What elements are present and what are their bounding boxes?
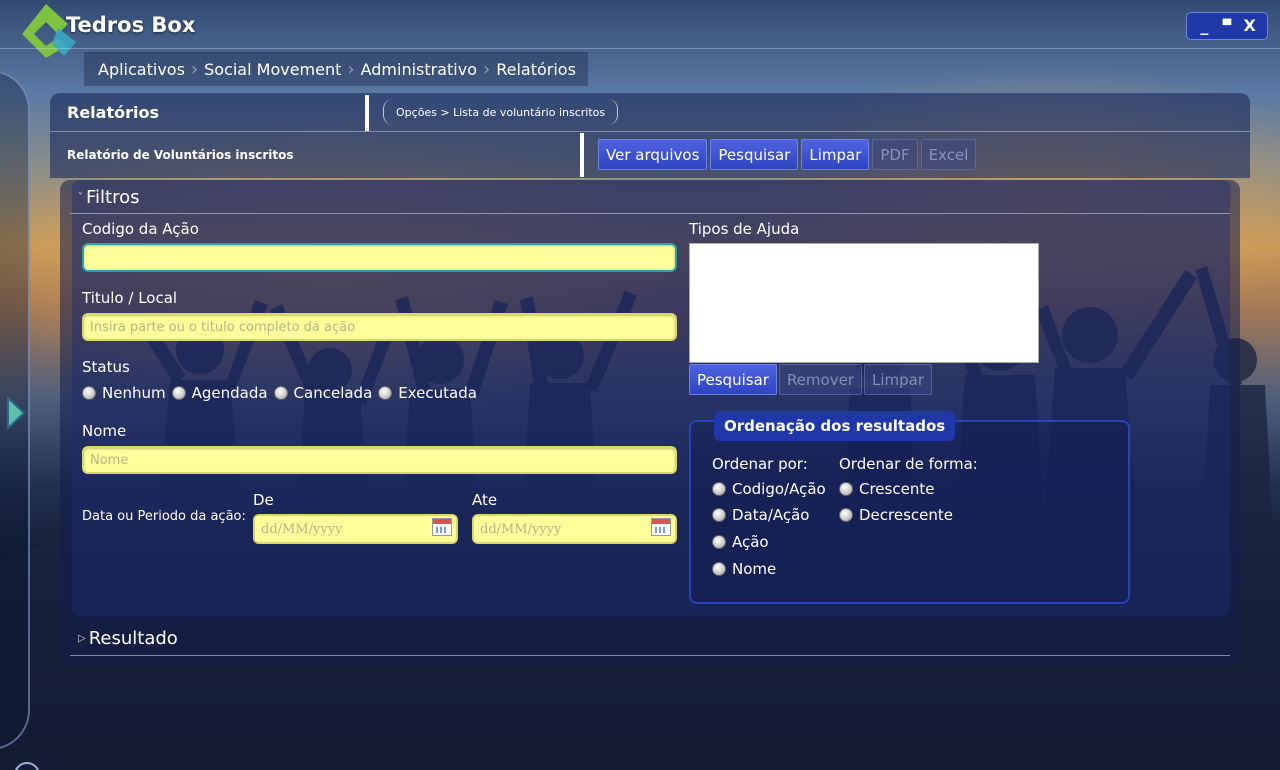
radio-icon[interactable]	[712, 562, 726, 576]
tipos-ajuda-toolbar: Pesquisar Remover Limpar	[689, 364, 933, 395]
report-header: Relatórios Opções > Lista de voluntário …	[50, 93, 1250, 178]
de-label: De	[253, 491, 274, 509]
resultado-header[interactable]: ▷ Resultado	[78, 623, 178, 653]
calendar-icon[interactable]	[432, 518, 452, 536]
breadcrumb-item-social-movement[interactable]: Social Movement	[198, 60, 347, 79]
nome-input[interactable]	[82, 446, 677, 474]
ordenar-forma-decrescente[interactable]: Decrescente	[839, 506, 953, 524]
resultado-title: Resultado	[88, 627, 178, 649]
filtros-divider	[70, 213, 1230, 214]
status-option-cancelada[interactable]: Cancelada	[273, 384, 372, 402]
status-option-agendada[interactable]: Agendada	[171, 384, 268, 402]
minimize-button[interactable]: _	[1194, 16, 1214, 36]
filtros-header[interactable]: ˅ Filtros	[78, 182, 140, 212]
ordenar-por-nome[interactable]: Nome	[712, 560, 776, 578]
radio-icon[interactable]	[839, 508, 853, 522]
ordenar-por-acao[interactable]: Ação	[712, 533, 769, 551]
resultado-divider	[70, 655, 1230, 656]
nome-label: Nome	[82, 422, 127, 440]
breadcrumb-separator-icon: ›	[483, 58, 491, 80]
tipos-remover-button[interactable]: Remover	[778, 364, 862, 395]
tipos-limpar-button[interactable]: Limpar	[863, 364, 933, 395]
title-divider	[0, 48, 1280, 49]
status-label: Status	[82, 358, 130, 376]
expand-menu-icon[interactable]	[4, 396, 28, 430]
report-toolbar: Ver arquivos Pesquisar Limpar PDF Excel	[598, 139, 977, 170]
radio-icon[interactable]	[712, 508, 726, 522]
options-path: Opções > Lista de voluntário inscritos	[383, 99, 619, 125]
radio-icon[interactable]	[82, 386, 96, 400]
data-ate-input[interactable]	[472, 514, 677, 544]
breadcrumb-item-aplicativos[interactable]: Aplicativos	[92, 60, 191, 79]
ordenar-forma-crescente[interactable]: Crescente	[839, 480, 934, 498]
tipos-ajuda-list[interactable]	[689, 243, 1039, 363]
titulo-label: Titulo / Local	[82, 289, 178, 307]
breadcrumb: Aplicativos › Social Movement › Administ…	[84, 52, 588, 86]
data-de-input[interactable]	[253, 514, 458, 544]
radio-icon[interactable]	[171, 386, 186, 400]
status-option-executada[interactable]: Executada	[378, 384, 477, 402]
breadcrumb-separator-icon: ›	[347, 58, 355, 80]
ordenar-por-data[interactable]: Data/Ação	[712, 506, 809, 524]
tipos-ajuda-label: Tipos de Ajuda	[689, 220, 800, 238]
filtros-title: Filtros	[86, 186, 140, 208]
app-title: Tedros Box	[66, 13, 196, 37]
ordenar-forma-label: Ordenar de forma:	[839, 455, 978, 473]
calendar-icon[interactable]	[651, 518, 671, 536]
page-title: Relatórios	[67, 103, 159, 122]
maximize-button[interactable]: ▀	[1217, 16, 1237, 36]
ver-arquivos-button[interactable]: Ver arquivos	[598, 139, 708, 170]
status-option-nenhum[interactable]: Nenhum	[82, 384, 166, 402]
close-button[interactable]: X	[1240, 16, 1260, 36]
tipos-pesquisar-button[interactable]: Pesquisar	[689, 364, 777, 395]
radio-icon[interactable]	[839, 482, 853, 496]
report-subtitle: Relatório de Voluntários inscritos	[67, 148, 294, 162]
header-divider	[365, 95, 369, 131]
pesquisar-button[interactable]: Pesquisar	[710, 139, 799, 170]
titulo-input[interactable]	[82, 313, 677, 341]
chevron-down-icon: ˅	[78, 191, 83, 203]
pdf-button[interactable]: PDF	[872, 139, 918, 170]
codigo-input[interactable]	[82, 243, 677, 272]
radio-icon[interactable]	[273, 386, 288, 400]
limpar-button[interactable]: Limpar	[801, 139, 870, 170]
chevron-right-icon: ▷	[78, 632, 86, 644]
window-controls: _ ▀ X	[1186, 12, 1268, 40]
header-divider	[580, 133, 584, 177]
header-row-line	[50, 131, 1250, 132]
breadcrumb-item-administrativo[interactable]: Administrativo	[355, 60, 483, 79]
radio-icon[interactable]	[378, 386, 393, 400]
radio-icon[interactable]	[712, 482, 726, 496]
breadcrumb-separator-icon: ›	[190, 58, 199, 80]
codigo-label: Codigo da Ação	[82, 220, 199, 238]
ate-label: Ate	[472, 491, 498, 509]
ordenar-por-codigo[interactable]: Codigo/Ação	[712, 480, 826, 498]
excel-button[interactable]: Excel	[920, 139, 977, 170]
radio-icon[interactable]	[712, 535, 726, 549]
breadcrumb-item-relatorios[interactable]: Relatórios	[490, 60, 582, 79]
ordenar-por-label: Ordenar por:	[712, 455, 808, 473]
status-radio-group: Nenhum Agendada Cancelada Executada	[82, 384, 483, 402]
data-periodo-label: Data ou Periodo da ação:	[82, 509, 246, 524]
ordenacao-title: Ordenação dos resultados	[714, 411, 956, 441]
